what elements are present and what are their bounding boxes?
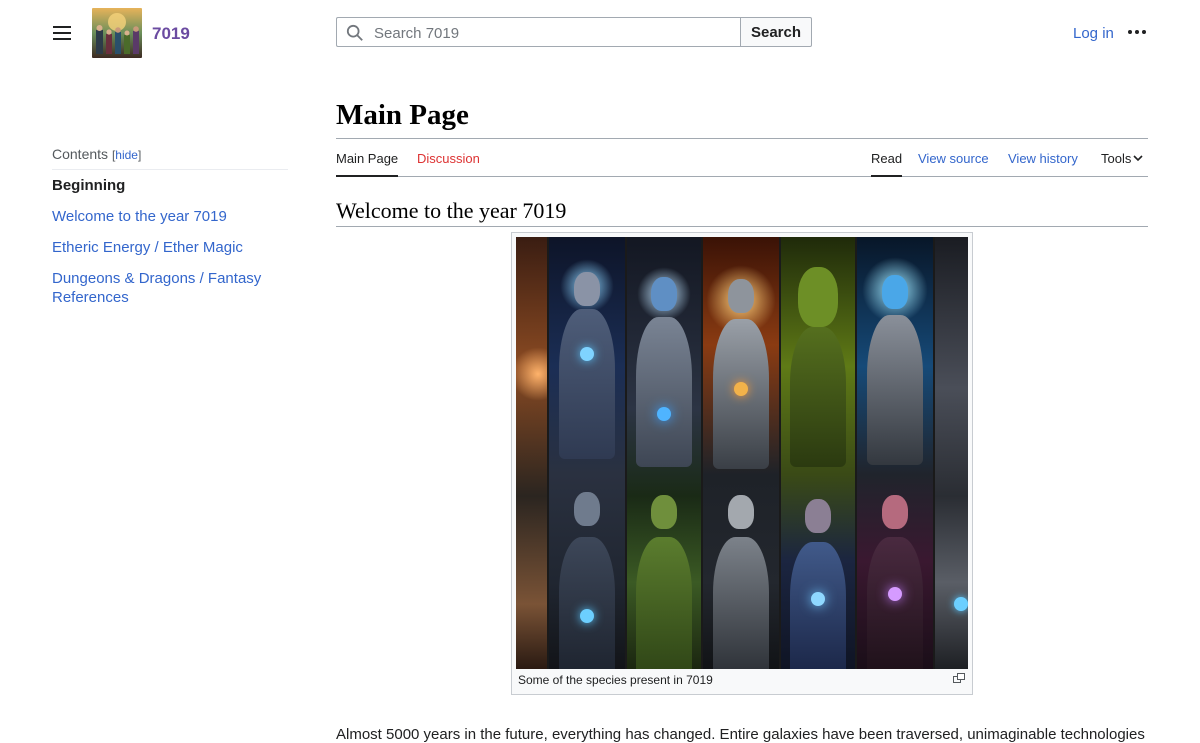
main-menu-button[interactable]: [50, 22, 74, 44]
search-box[interactable]: [336, 17, 740, 48]
image-panel-glow: [516, 347, 547, 401]
image-panel-glow: [580, 609, 594, 623]
page-title: Main Page: [336, 99, 469, 131]
image-panel-figure: [574, 272, 600, 306]
table-of-contents: Contents [hide] Beginning Welcome to the…: [52, 146, 288, 319]
image-panel-figure: [798, 267, 838, 327]
image-panel-figure: [882, 495, 908, 529]
tools-label: Tools: [1101, 151, 1132, 166]
tab-discussion[interactable]: Discussion: [417, 151, 480, 175]
site-name-link[interactable]: 7019: [152, 24, 190, 44]
site-logo-image: [92, 8, 142, 58]
image-panel-figure: [651, 277, 677, 311]
image-panel: [935, 237, 968, 669]
image-panel-glow: [888, 587, 902, 601]
image-panel-figure: [559, 537, 615, 669]
toc-hide-link[interactable]: hide: [115, 148, 138, 162]
image-panel: [627, 237, 703, 669]
more-icon-dot: [1142, 30, 1146, 34]
search-icon: [346, 24, 363, 41]
image-panel: [516, 237, 549, 669]
image-panel-figure: [636, 537, 692, 669]
image-panel-glow: [734, 382, 748, 396]
section-heading: Welcome to the year 7019: [336, 198, 567, 223]
toc-header: Contents [hide]: [52, 146, 288, 170]
tab-main-page[interactable]: Main Page: [336, 151, 399, 177]
toc-item-welcome[interactable]: Welcome to the year 7019: [52, 207, 288, 226]
image-panel-glow: [954, 597, 968, 611]
magnify-icon[interactable]: [953, 673, 965, 683]
image-panel-figure: [805, 499, 831, 533]
image-panel: [703, 237, 781, 669]
tab-view-history[interactable]: View history: [1008, 151, 1078, 175]
menu-icon: [53, 26, 71, 28]
image-panel: [857, 237, 935, 669]
image-panel-figure: [651, 495, 677, 529]
image-panel-figure: [636, 317, 692, 467]
toc-bracket-close: ]: [137, 148, 142, 162]
image-panel-figure: [728, 495, 754, 529]
toc-item-beginning[interactable]: Beginning: [52, 176, 288, 195]
image-panel-figure: [882, 275, 908, 309]
chevron-down-icon: [1133, 155, 1143, 162]
toc-item-dnd-references[interactable]: Dungeons & Dragons / Fantasy References: [52, 269, 288, 307]
more-icon[interactable]: [1128, 30, 1148, 36]
menu-icon-bar: [53, 32, 71, 34]
image-panel-figure: [713, 537, 769, 669]
menu-icon-bar: [53, 38, 71, 40]
page-tabs: Main Page Discussion Read View source Vi…: [336, 139, 1148, 177]
image-panel-figure: [728, 279, 754, 313]
toc-title: Contents: [52, 146, 109, 162]
more-icon-dot: [1135, 30, 1139, 34]
image-panel-figure: [559, 309, 615, 459]
thumbnail-figure: Some of the species present in 7019: [511, 232, 973, 695]
toc-item-etheric-energy[interactable]: Etheric Energy / Ether Magic: [52, 238, 288, 257]
image-panel-figure: [790, 327, 846, 467]
tab-read[interactable]: Read: [871, 151, 903, 177]
image-panel-figure: [574, 492, 600, 526]
tools-menu[interactable]: Tools: [1101, 151, 1143, 175]
tab-view-source[interactable]: View source: [918, 151, 989, 175]
thumbnail-caption: Some of the species present in 7019: [518, 673, 713, 687]
species-image[interactable]: [516, 237, 968, 669]
intro-paragraph: Almost 5000 years in the future, everyth…: [336, 726, 1145, 743]
image-panel: [549, 237, 627, 669]
image-panel: [781, 237, 857, 669]
site-header: 7019 Search Log in: [0, 0, 1200, 66]
site-logo[interactable]: [92, 8, 142, 58]
search-button[interactable]: Search: [740, 17, 812, 47]
section-divider: [336, 226, 1148, 227]
image-panel-figure: [867, 315, 923, 465]
login-link[interactable]: Log in: [1073, 25, 1114, 42]
more-icon-dot: [1128, 30, 1132, 34]
search-input[interactable]: [372, 18, 736, 48]
image-panel-figure: [867, 537, 923, 669]
image-panel-glow: [811, 592, 825, 606]
image-panel-glow: [580, 347, 594, 361]
image-panel-glow: [657, 407, 671, 421]
